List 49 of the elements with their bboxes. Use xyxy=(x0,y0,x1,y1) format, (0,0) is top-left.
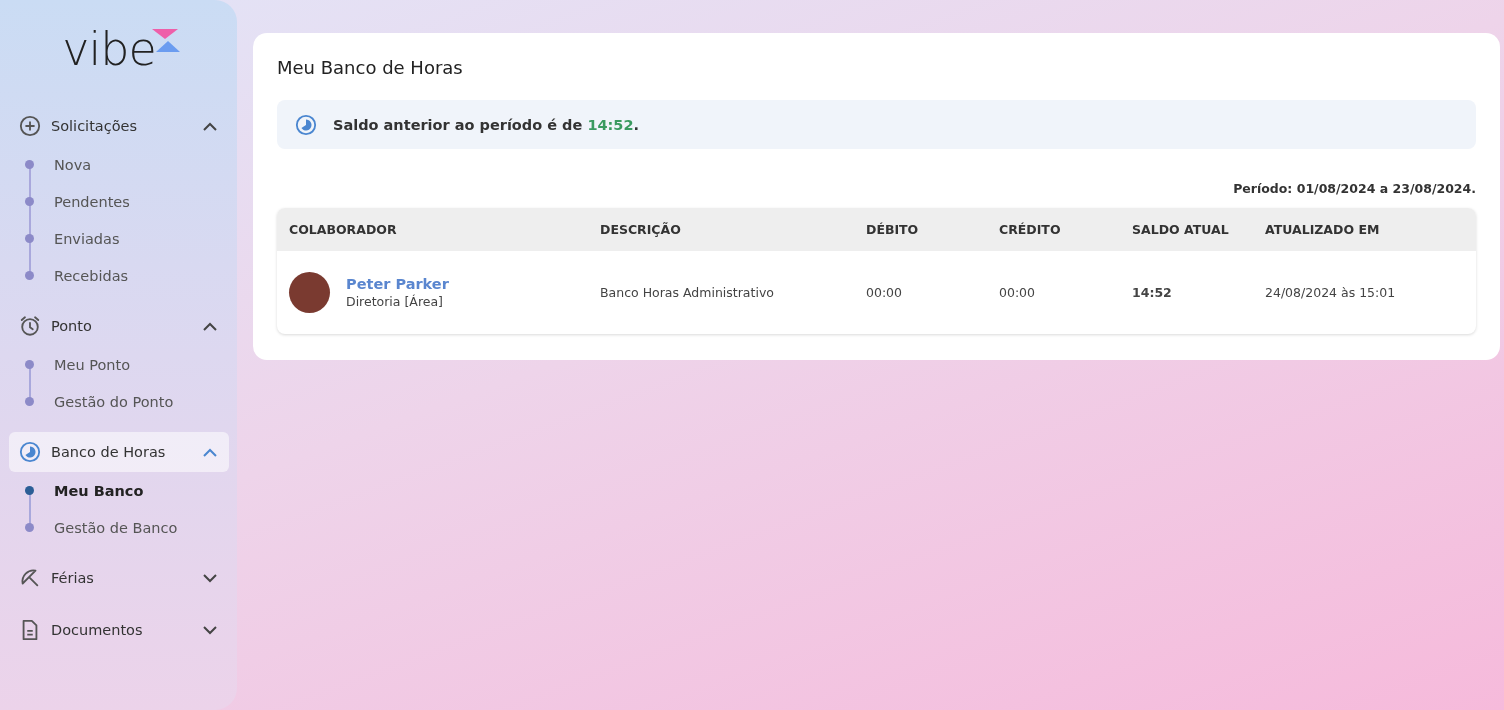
bullet-dot-icon xyxy=(25,360,34,369)
column-header: DÉBITO xyxy=(866,222,920,237)
sidebar-item[interactable]: Nova xyxy=(54,156,92,173)
bullet-dot-icon xyxy=(25,523,34,532)
umbrella-icon xyxy=(19,567,41,589)
pie-chart-icon xyxy=(19,441,41,463)
sidebar-group-header[interactable]: Ponto xyxy=(9,306,229,346)
bullet-dot-icon xyxy=(25,397,34,406)
sidebar-item[interactable]: Gestão de Banco xyxy=(54,519,178,536)
bullet-dot-icon xyxy=(25,197,34,206)
table-cell-text: 24/08/2024 às 15:01 xyxy=(1265,285,1397,300)
sidebar-item[interactable]: Recebidas xyxy=(54,267,129,284)
bullet-dot-icon xyxy=(25,160,34,169)
employee-area: Diretoria [Área] xyxy=(346,294,443,309)
logo-text: vibe xyxy=(62,24,156,74)
sidebar-group-header[interactable]: Banco de Horas xyxy=(9,432,229,472)
sidebar-group-header[interactable]: Férias xyxy=(9,558,229,598)
sidebar-item[interactable]: Enviadas xyxy=(54,230,120,247)
bullet-dot-icon xyxy=(25,271,34,280)
avatar-placeholder xyxy=(289,272,330,313)
chevron-icon xyxy=(203,121,217,131)
alarm-clock-icon xyxy=(19,315,41,337)
table-cell-text: 00:00 xyxy=(999,285,1037,300)
pie-chart-icon xyxy=(295,113,317,136)
sidebar-item[interactable]: Gestão do Ponto xyxy=(54,393,174,410)
sidebar-group-header[interactable]: Documentos xyxy=(9,610,229,650)
table-cell-text: 14:52 xyxy=(1132,285,1173,300)
column-header: CRÉDITO xyxy=(999,222,1062,237)
column-header: DESCRIÇÃO xyxy=(600,222,682,237)
chevron-icon xyxy=(203,573,217,583)
period-label: Período: 01/08/2024 a 23/08/2024. xyxy=(1232,181,1476,196)
plus-circle-icon xyxy=(19,115,41,137)
balance-message: Saldo anterior ao período é de 14:52. xyxy=(333,116,640,133)
table-cell-text: Banco Horas Administrativo xyxy=(600,285,775,300)
employee-name-link[interactable]: Peter Parker xyxy=(346,276,449,292)
bullet-dot-icon xyxy=(25,486,34,495)
page-title: Meu Banco de Horas xyxy=(277,57,464,78)
sidebar-item[interactable]: Meu Ponto xyxy=(54,356,131,373)
column-header: COLABORADOR xyxy=(289,222,398,237)
sidebar-group-header[interactable]: Solicitações xyxy=(9,106,229,146)
sidebar-item[interactable]: Meu Banco xyxy=(54,482,144,499)
bullet-dot-icon xyxy=(25,234,34,243)
chevron-icon xyxy=(203,321,217,331)
sidebar-item[interactable]: Pendentes xyxy=(54,193,130,210)
chevron-icon xyxy=(203,447,217,457)
table-cell-text: 00:00 xyxy=(866,285,904,300)
column-header: SALDO ATUAL xyxy=(1132,222,1230,237)
chevron-icon xyxy=(203,625,217,635)
column-header: ATUALIZADO EM xyxy=(1265,222,1381,237)
